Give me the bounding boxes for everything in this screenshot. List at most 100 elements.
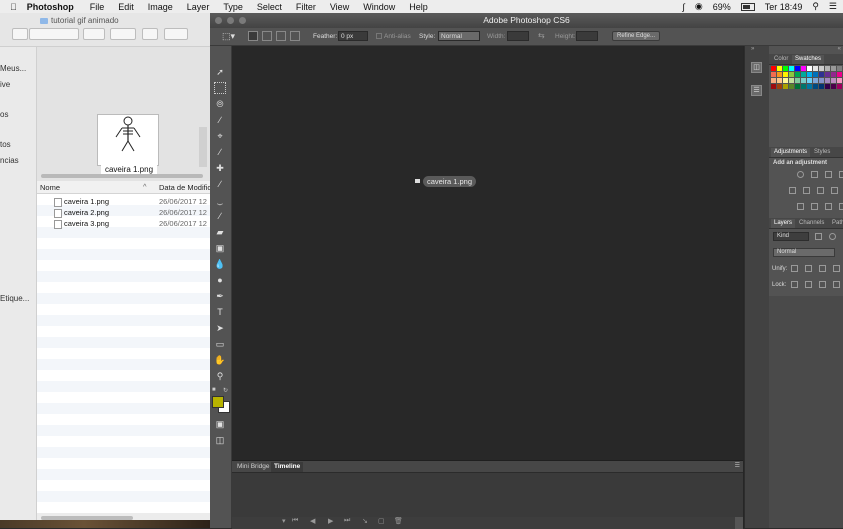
levels-icon[interactable] bbox=[811, 171, 818, 178]
tab-swatches[interactable]: Swatches bbox=[792, 55, 825, 64]
swatch[interactable] bbox=[825, 72, 830, 77]
action-gear-button[interactable] bbox=[110, 28, 136, 40]
gradient-tool-icon[interactable]: ▣ bbox=[214, 242, 226, 254]
swatch[interactable] bbox=[837, 66, 842, 71]
swatch[interactable] bbox=[819, 72, 824, 77]
healing-brush-tool-icon[interactable]: ✚ bbox=[214, 162, 226, 174]
tab-channels[interactable]: Channels bbox=[796, 219, 827, 228]
swatch[interactable] bbox=[801, 84, 806, 89]
document-canvas[interactable] bbox=[232, 46, 743, 460]
swatch[interactable] bbox=[795, 66, 800, 71]
move-tool-icon[interactable]: ➚ bbox=[214, 66, 226, 78]
height-input[interactable] bbox=[576, 31, 598, 41]
lasso-tool-icon[interactable]: ⦾ bbox=[214, 98, 226, 110]
swatch[interactable] bbox=[807, 66, 812, 71]
swatch[interactable] bbox=[777, 78, 782, 83]
zoom-tool-icon[interactable]: ⚲ bbox=[214, 370, 226, 382]
quick-mask-icon[interactable]: ▣ bbox=[214, 418, 226, 430]
list-item[interactable]: caveira 3.png 26/06/2017 12 bbox=[37, 218, 210, 229]
brush-tool-icon[interactable]: ∕ bbox=[214, 178, 226, 190]
zoom-button[interactable] bbox=[239, 17, 246, 24]
file-thumbnail[interactable] bbox=[97, 114, 159, 166]
tab-layers[interactable]: Layers bbox=[771, 219, 796, 228]
swatch[interactable] bbox=[825, 78, 830, 83]
pixel-filter-icon[interactable] bbox=[815, 233, 822, 240]
spotlight-icon[interactable]: ⚲ bbox=[812, 1, 819, 12]
invert-icon[interactable] bbox=[797, 203, 804, 210]
intersect-selection-icon[interactable] bbox=[290, 31, 300, 41]
dodge-tool-icon[interactable]: ● bbox=[214, 274, 226, 286]
foreground-color-swatch[interactable] bbox=[212, 396, 224, 408]
swatch[interactable] bbox=[831, 84, 836, 89]
propagate-frame-icon[interactable] bbox=[833, 265, 840, 272]
loop-options-icon[interactable]: ▾ bbox=[282, 517, 286, 525]
properties-panel-icon[interactable]: ☰ bbox=[751, 85, 762, 96]
swatch[interactable] bbox=[777, 66, 782, 71]
clock[interactable]: Ter 18:49 bbox=[765, 2, 803, 12]
tab-paths[interactable]: Paths bbox=[829, 219, 843, 228]
duplicate-frame-icon[interactable]: ▢ bbox=[378, 517, 385, 525]
menu-help[interactable]: Help bbox=[409, 2, 428, 12]
sidebar-item-3[interactable]: tos bbox=[0, 140, 11, 149]
sidebar-item-5[interactable]: Etique... bbox=[0, 294, 29, 303]
unify-style-icon[interactable] bbox=[819, 265, 826, 272]
menu-filter[interactable]: Filter bbox=[296, 2, 316, 12]
marquee-tool-icon[interactable] bbox=[214, 82, 226, 94]
swatch[interactable] bbox=[771, 78, 776, 83]
menu-image[interactable]: Image bbox=[148, 2, 173, 12]
list-item[interactable]: caveira 2.png 26/06/2017 12 bbox=[37, 207, 210, 218]
path-selection-tool-icon[interactable]: ➤ bbox=[214, 322, 226, 334]
swatch[interactable] bbox=[801, 78, 806, 83]
menu-file[interactable]: File bbox=[90, 2, 105, 12]
back-button[interactable] bbox=[12, 28, 28, 40]
subtract-selection-icon[interactable] bbox=[276, 31, 286, 41]
swatch[interactable] bbox=[837, 78, 842, 83]
wifi-icon[interactable]: ◉ bbox=[695, 1, 703, 12]
tags-button[interactable] bbox=[164, 28, 188, 40]
history-panel-icon[interactable]: ◫ bbox=[751, 62, 762, 73]
swatch[interactable] bbox=[789, 66, 794, 71]
vibrance-icon[interactable] bbox=[789, 187, 796, 194]
apple-icon[interactable]:  bbox=[10, 2, 17, 12]
swatch[interactable] bbox=[771, 72, 776, 77]
lock-pixels-icon[interactable] bbox=[805, 281, 812, 288]
gradient-map-icon[interactable] bbox=[839, 203, 843, 210]
swatch[interactable] bbox=[819, 66, 824, 71]
panel-menu-icon[interactable]: ☰ bbox=[735, 462, 740, 469]
menu-window[interactable]: Window bbox=[363, 2, 395, 12]
delete-frame-icon[interactable]: 🗑 bbox=[394, 517, 403, 525]
share-button[interactable] bbox=[142, 28, 158, 40]
bluetooth-icon[interactable]: ∫ bbox=[682, 2, 684, 12]
column-name[interactable]: Nome bbox=[40, 183, 60, 192]
lock-position-icon[interactable] bbox=[819, 281, 826, 288]
swatch[interactable] bbox=[789, 72, 794, 77]
sidebar-item-4[interactable]: ncias bbox=[0, 156, 19, 165]
sort-chevron-icon[interactable]: ^ bbox=[143, 182, 147, 191]
screen-mode-icon[interactable]: ◫ bbox=[214, 434, 226, 446]
black-white-icon[interactable] bbox=[831, 187, 838, 194]
play-icon[interactable]: ▶ bbox=[328, 517, 333, 525]
next-thumbnail[interactable] bbox=[199, 127, 207, 167]
swatch[interactable] bbox=[831, 72, 836, 77]
previous-frame-icon[interactable]: ◀ bbox=[310, 517, 315, 525]
unify-visibility-icon[interactable] bbox=[805, 265, 812, 272]
swatch[interactable] bbox=[783, 84, 788, 89]
refine-edge-button[interactable]: Refine Edge... bbox=[612, 31, 660, 41]
tab-color[interactable]: Color bbox=[771, 55, 791, 64]
new-selection-icon[interactable] bbox=[248, 31, 258, 41]
hand-tool-icon[interactable]: ✋ bbox=[214, 354, 226, 366]
threshold-icon[interactable] bbox=[825, 203, 832, 210]
swap-colors-icon[interactable]: ↻ bbox=[223, 387, 228, 394]
swatch[interactable] bbox=[837, 72, 842, 77]
swatch[interactable] bbox=[831, 66, 836, 71]
next-frame-icon[interactable]: ⏭ bbox=[344, 517, 350, 525]
menu-view[interactable]: View bbox=[330, 2, 349, 12]
sidebar-item-2[interactable]: os bbox=[0, 110, 8, 119]
swatch[interactable] bbox=[801, 66, 806, 71]
add-selection-icon[interactable] bbox=[262, 31, 272, 41]
hue-saturation-icon[interactable] bbox=[803, 187, 810, 194]
close-button[interactable] bbox=[215, 17, 222, 24]
tab-styles[interactable]: Styles bbox=[811, 148, 833, 157]
list-item[interactable]: caveira 1.png 26/06/2017 12 bbox=[37, 196, 210, 207]
swatch[interactable] bbox=[813, 78, 818, 83]
